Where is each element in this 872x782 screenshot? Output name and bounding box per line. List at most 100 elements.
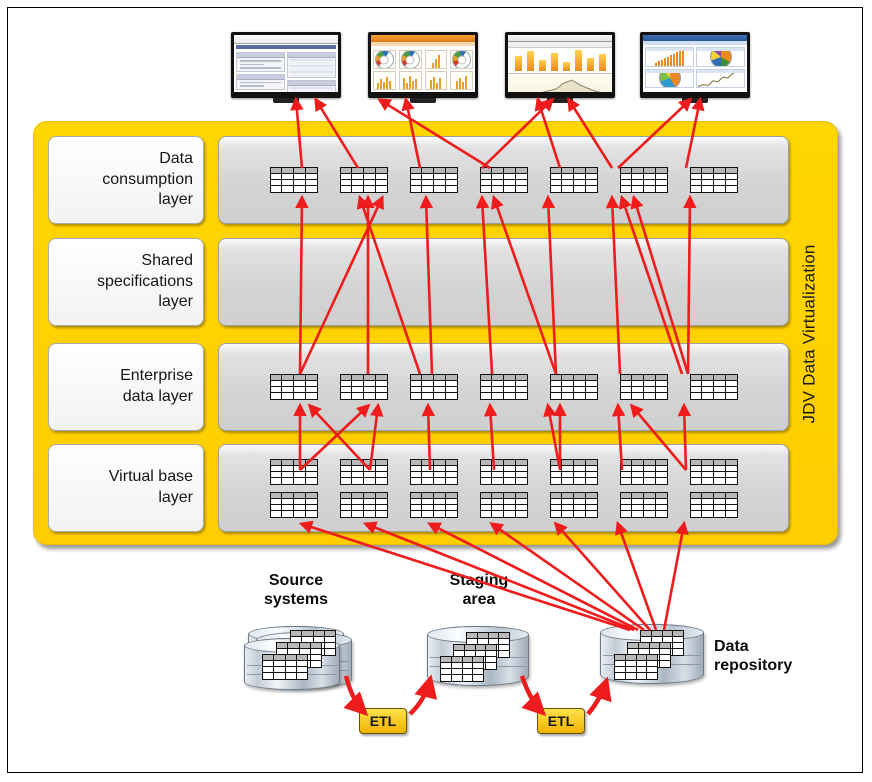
staging-area-label: Staging area <box>424 572 534 610</box>
bar-chart-widget <box>645 47 694 67</box>
form-panel <box>236 73 285 90</box>
layer-shared-specifications-label: Shared specifications layer <box>48 238 204 326</box>
table-glyph <box>269 167 318 193</box>
architecture-diagram: JDV Data Virtualization Data consumption… <box>0 0 872 782</box>
dashboard-2-toolbar <box>371 42 475 46</box>
monitor-stand <box>682 98 708 103</box>
dashboard-3-screen <box>508 35 612 92</box>
dashboard-3-titlebar <box>508 35 612 42</box>
label-line: Data <box>714 638 749 655</box>
label-line: data layer <box>122 388 193 405</box>
dashboard-2-screen <box>371 35 475 92</box>
table-glyph <box>479 374 528 400</box>
dashboard-thumbnail-3[interactable] <box>505 32 615 103</box>
report-table-panel <box>287 80 336 92</box>
area-chart-widget <box>508 74 612 92</box>
layer-shared-specifications-panel <box>218 238 789 326</box>
monitor-stand <box>273 98 299 103</box>
table-glyph <box>619 167 668 193</box>
table-glyph <box>689 374 738 400</box>
label-line: Data <box>159 149 193 167</box>
table-row <box>219 491 788 518</box>
bar-chart-widget <box>508 48 612 74</box>
label-line: Shared <box>141 251 193 269</box>
data-repository-label: Data repository <box>714 638 834 676</box>
label-line: repository <box>714 656 793 674</box>
report-table-panel <box>287 52 336 78</box>
table-glyph <box>262 654 308 680</box>
table-glyph <box>619 458 668 485</box>
layer-enterprise-data-panel <box>218 343 789 431</box>
table-glyph <box>689 491 738 518</box>
table-glyph <box>339 491 388 518</box>
monitor-stand <box>547 98 573 103</box>
etl-label: ETL <box>369 713 397 729</box>
jdv-container-label-text: JDV Data Virtualization <box>800 244 819 424</box>
table-glyph <box>689 167 738 193</box>
layer-data-consumption-label: Data consumption layer <box>48 136 204 224</box>
table-glyph <box>549 458 598 485</box>
table-glyph <box>479 458 528 485</box>
layer-virtual-base-panel <box>218 444 789 532</box>
dashboard-4-screen <box>643 35 747 92</box>
table-row <box>219 167 788 193</box>
table-glyph <box>409 491 458 518</box>
table-grid <box>219 239 788 325</box>
layer-enterprise-data: Enterprise data layer <box>48 343 789 431</box>
label-line: specifications <box>96 272 193 290</box>
dashboard-1-titlebar <box>234 35 338 44</box>
layer-virtual-base-label: Virtual base layer <box>48 444 204 532</box>
label-line: layer <box>158 293 193 311</box>
dashboard-thumbnail-2[interactable] <box>368 32 478 103</box>
gauge-widget <box>450 50 473 69</box>
table-glyph <box>619 491 668 518</box>
table-glyph <box>549 167 598 193</box>
gauge-widget <box>373 50 396 69</box>
bar-widget <box>424 71 448 90</box>
layer-virtual-base: Virtual base layer <box>48 444 789 532</box>
table-glyph <box>269 374 318 400</box>
table-glyph <box>549 374 598 400</box>
label-line: systems <box>263 590 329 608</box>
layer-data-consumption-panel <box>218 136 789 224</box>
table-glyph <box>479 491 528 518</box>
table-glyph <box>614 654 658 680</box>
dashboard-thumbnail-1[interactable] <box>231 32 341 103</box>
pie-chart-widget <box>696 47 745 67</box>
dashboard-1-body <box>234 50 338 92</box>
label-line: Virtual base <box>108 468 193 486</box>
bar-widget <box>424 50 448 69</box>
dashboard-thumbnail-4[interactable] <box>640 32 750 103</box>
dashboard-1-screen <box>234 35 338 92</box>
dashboard-1-left-column <box>236 52 285 92</box>
jdv-data-virtualization-container: JDV Data Virtualization Data consumption… <box>33 121 838 545</box>
etl-label: ETL <box>547 713 575 729</box>
table-glyph <box>409 458 458 485</box>
etl-source-to-staging[interactable]: ETL <box>359 708 407 734</box>
table-grid <box>219 137 788 223</box>
jdv-container-label: JDV Data Virtualization <box>789 122 831 546</box>
etl-staging-to-repository[interactable]: ETL <box>537 708 585 734</box>
gauge-widget <box>398 50 422 69</box>
table-row <box>219 374 788 400</box>
bar-widget <box>450 71 473 90</box>
label-line: Enterprise <box>120 367 193 385</box>
dashboard-2-titlebar <box>371 35 475 42</box>
table-glyph <box>440 656 484 682</box>
dashboard-2-body <box>371 48 475 92</box>
layer-data-consumption: Data consumption layer <box>48 136 789 224</box>
form-panel <box>236 52 285 72</box>
label-line: Staging <box>449 572 509 589</box>
label-line: layer <box>158 489 193 506</box>
label-line: Source <box>268 572 324 589</box>
table-glyph <box>269 458 318 485</box>
table-glyph <box>339 374 388 400</box>
table-glyph <box>549 491 598 518</box>
label-line: layer <box>158 191 193 209</box>
table-glyph <box>689 458 738 485</box>
table-glyph <box>409 374 458 400</box>
dashboard-1-header-bar <box>236 45 336 49</box>
bar-widget <box>373 71 396 90</box>
table-row <box>219 458 788 485</box>
label-line: area <box>462 590 496 608</box>
